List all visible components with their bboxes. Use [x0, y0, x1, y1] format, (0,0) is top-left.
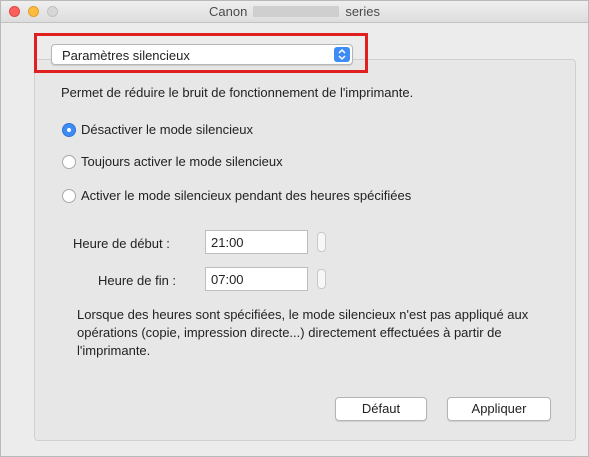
popup-arrows-icon [334, 47, 350, 62]
window-title-prefix: Canon [209, 4, 248, 19]
settings-category-label: Paramètres silencieux [62, 48, 190, 63]
window-title-suffix: series [345, 4, 380, 19]
start-time-stepper[interactable] [317, 232, 326, 252]
settings-description: Permet de réduire le bruit de fonctionne… [61, 85, 414, 100]
scheduled-hours-note: Lorsque des heures sont spécifiées, le m… [77, 307, 529, 358]
radio-quiet-mode-scheduled[interactable] [62, 189, 76, 203]
window-title: Canon series [1, 4, 588, 19]
radio-always-quiet-mode[interactable] [62, 155, 76, 169]
settings-category-popup[interactable]: Paramètres silencieux [51, 44, 353, 65]
option-label: Activer le mode silencieux pendant des h… [81, 188, 412, 203]
start-time-field[interactable]: 21:00 [205, 230, 308, 254]
option-label: Toujours activer le mode silencieux [81, 154, 283, 169]
end-time-stepper[interactable] [317, 269, 326, 289]
title-bar[interactable]: Canon series [1, 1, 588, 23]
apply-button[interactable]: Appliquer [447, 397, 551, 421]
default-button[interactable]: Défaut [335, 397, 427, 421]
printer-settings-window: Canon series Paramètres silencieux Permet… [0, 0, 589, 457]
redacted-model-name [253, 6, 340, 17]
start-time-label: Heure de début : [73, 236, 170, 251]
end-time-label: Heure de fin : [98, 273, 177, 288]
radio-disable-quiet-mode[interactable] [62, 123, 76, 137]
end-time-field[interactable]: 07:00 [205, 267, 308, 291]
option-label: Désactiver le mode silencieux [81, 122, 253, 137]
